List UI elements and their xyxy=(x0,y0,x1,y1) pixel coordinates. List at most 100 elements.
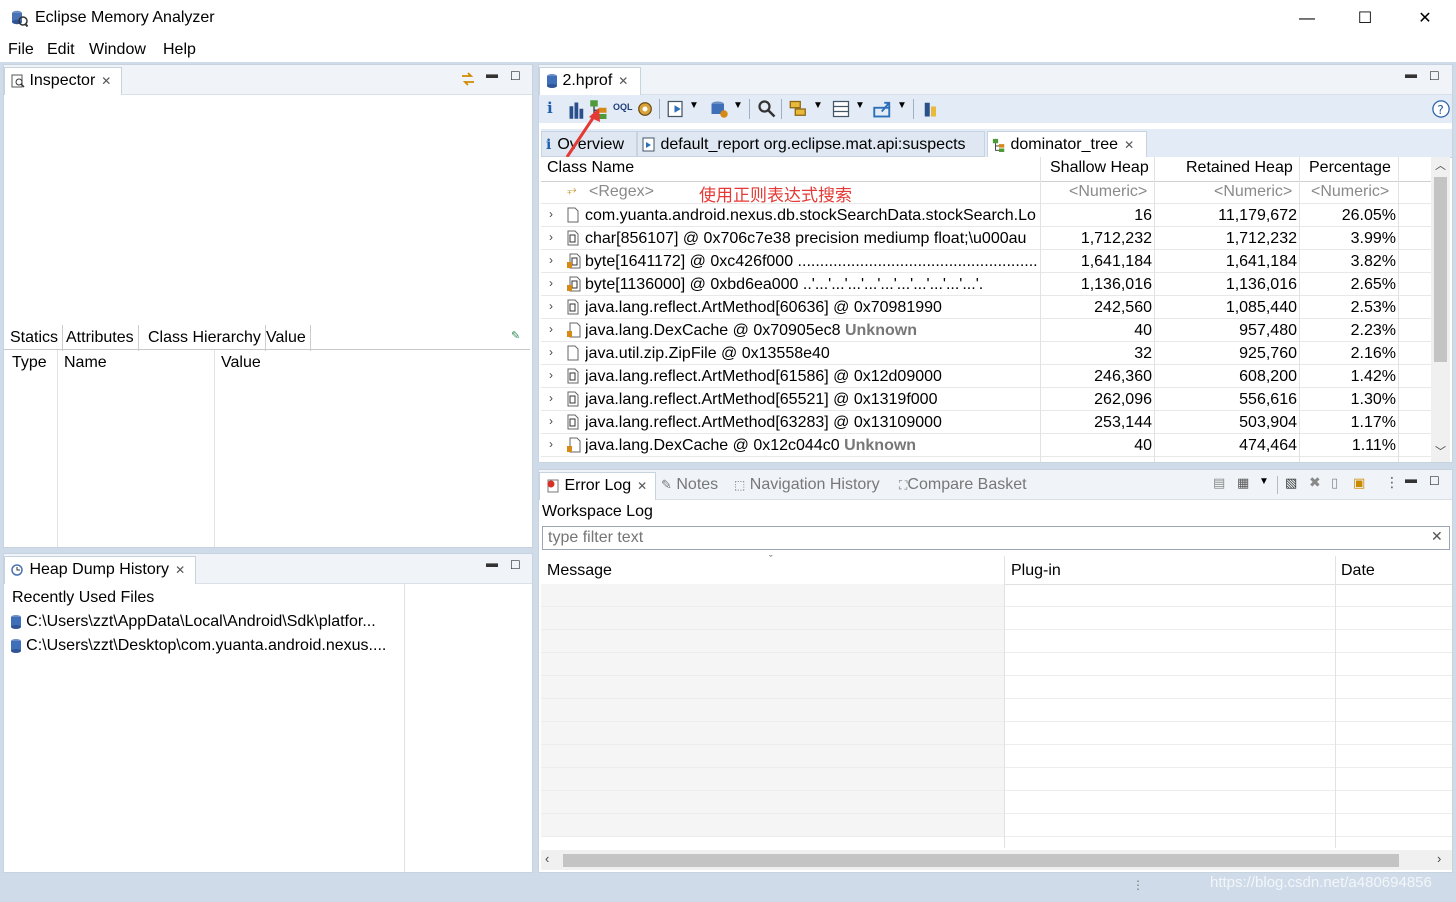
maximize-icon[interactable]: ☐ xyxy=(1429,474,1440,488)
tab-notes[interactable]: ✎ Notes xyxy=(661,476,718,494)
maximize-icon[interactable]: ☐ xyxy=(1429,69,1440,83)
numeric-filter-retained[interactable]: <Numeric> xyxy=(1214,183,1292,201)
expand-icon[interactable]: › xyxy=(549,345,553,359)
export-icon[interactable] xyxy=(873,99,893,119)
chevron-down-icon[interactable]: ▼ xyxy=(1259,476,1269,487)
chevron-down-icon[interactable]: ▼ xyxy=(689,100,699,111)
close-button[interactable]: ✕ xyxy=(1402,0,1448,38)
table-row[interactable]: › com.yuanta.android.nexus.db.stockSearch… xyxy=(541,204,1431,227)
table-row[interactable]: › java.lang.DexCache @ 0x70905ec8 Unknown… xyxy=(541,319,1431,342)
tab-heap-dump-history[interactable]: Heap Dump History ✕ xyxy=(4,556,196,584)
column-header-message[interactable]: Message xyxy=(547,562,612,580)
pin-icon[interactable]: ✎ xyxy=(511,329,520,342)
column-header-percentage[interactable]: Percentage xyxy=(1309,159,1391,177)
import-log-icon[interactable]: ▦ xyxy=(1237,475,1249,491)
table-row[interactable]: › byte[1136000] @ 0xbd6ea000 ..'...'...'.… xyxy=(541,273,1431,296)
column-header-name[interactable]: Name xyxy=(64,354,107,372)
table-row[interactable]: › java.lang.reflect.ArtMethod[61586] @ 0x… xyxy=(541,365,1431,388)
column-header-value[interactable]: Value xyxy=(221,354,261,372)
table-row[interactable]: › java.lang.reflect.ArtMethod[65521] @ 0x… xyxy=(541,388,1431,411)
maximize-icon[interactable]: ☐ xyxy=(510,558,521,572)
table-row[interactable]: › java.lang.reflect.ArtMethod[63283] @ 0x… xyxy=(541,411,1431,434)
minimize-button[interactable]: — xyxy=(1284,0,1330,38)
scrollbar-thumb[interactable] xyxy=(1434,177,1447,362)
menu-edit[interactable]: Edit xyxy=(47,41,75,59)
table-row[interactable]: › byte[1641172] @ 0xc426f000 ............… xyxy=(541,250,1431,273)
scroll-left-icon[interactable]: ‹ xyxy=(545,851,549,866)
column-header-retained-heap[interactable]: Retained Heap xyxy=(1186,159,1293,177)
export-log-icon[interactable]: ▤ xyxy=(1213,475,1225,491)
column-header-type[interactable]: Type xyxy=(12,354,47,372)
column-header-date[interactable]: Date xyxy=(1341,562,1375,580)
delete-log-icon[interactable]: ✖ xyxy=(1309,474,1321,491)
maximize-icon[interactable]: ☐ xyxy=(510,69,521,83)
close-icon[interactable]: ✕ xyxy=(175,563,185,577)
close-icon[interactable]: ✕ xyxy=(101,74,111,88)
filter-input[interactable] xyxy=(545,528,1421,548)
scrollbar-thumb[interactable] xyxy=(563,854,1399,867)
expand-icon[interactable]: › xyxy=(549,391,553,405)
view-menu-icon[interactable]: ⋮ xyxy=(1385,474,1399,491)
expand-icon[interactable]: › xyxy=(549,322,553,336)
search-icon[interactable] xyxy=(757,99,777,119)
numeric-filter-percentage[interactable]: <Numeric> xyxy=(1311,183,1389,201)
expand-icon[interactable]: › xyxy=(549,276,553,290)
minimize-icon[interactable]: ▬ xyxy=(486,67,498,81)
expand-icon[interactable]: › xyxy=(549,299,553,313)
minimize-icon[interactable]: ▬ xyxy=(1405,472,1417,486)
numeric-filter-shallow[interactable]: <Numeric> xyxy=(1069,183,1147,201)
chevron-down-icon[interactable]: ▼ xyxy=(897,100,907,111)
list-item[interactable]: C:\Users\zzt\Desktop\com.yuanta.android.… xyxy=(10,637,402,659)
scroll-right-icon[interactable]: › xyxy=(1437,851,1441,866)
table-row[interactable]: › java.lang.DexCache @ 0x12c044c0 Unknown… xyxy=(541,434,1431,457)
expand-icon[interactable]: › xyxy=(549,230,553,244)
chevron-down-icon[interactable]: ▼ xyxy=(733,100,743,111)
group-by-icon[interactable] xyxy=(789,99,809,119)
column-header-plugin[interactable]: Plug-in xyxy=(1011,562,1061,580)
maximize-button[interactable]: ☐ xyxy=(1342,0,1388,38)
table-row[interactable]: › char[856107] @ 0x706c7e38 precision med… xyxy=(541,227,1431,250)
close-icon[interactable]: ✕ xyxy=(637,479,647,493)
table-row[interactable]: › java.lang.reflect.ArtMethod[60636] @ 0x… xyxy=(541,296,1431,319)
menu-file[interactable]: File xyxy=(8,41,34,59)
chevron-down-icon[interactable]: ▼ xyxy=(813,100,823,111)
subtab-class-hierarchy[interactable]: Class Hierarchy xyxy=(144,325,266,351)
clear-filter-icon[interactable]: ✕ xyxy=(1431,528,1443,545)
link-icon[interactable] xyxy=(460,71,476,87)
menu-help[interactable]: Help xyxy=(163,41,196,59)
horizontal-scrollbar[interactable]: ‹ › xyxy=(541,850,1452,870)
regex-filter[interactable]: <Regex> xyxy=(589,183,654,201)
subtab-dominator-tree[interactable]: dominator_tree ✕ xyxy=(987,131,1147,157)
tab-compare-basket[interactable]: ⛶Compare Basket xyxy=(899,476,1027,494)
table-row[interactable]: › java.util.zip.ZipFile @ 0x13558e40 32 925… xyxy=(541,342,1431,365)
menu-window[interactable]: Window xyxy=(89,41,146,59)
tab-error-log[interactable]: Error Log ✕ xyxy=(539,472,656,500)
subtab-statics[interactable]: Statics xyxy=(6,325,64,351)
column-header-class-name[interactable]: Class Name xyxy=(547,159,634,177)
open-log-icon[interactable]: ▯ xyxy=(1331,475,1338,491)
close-icon[interactable]: ✕ xyxy=(1124,138,1134,152)
gear-icon[interactable] xyxy=(635,99,655,119)
close-icon[interactable]: ✕ xyxy=(618,74,628,88)
tab-hprof[interactable]: 2.hprof ✕ xyxy=(539,67,641,95)
expand-icon[interactable]: › xyxy=(549,437,553,451)
query-browser-icon[interactable] xyxy=(709,99,729,119)
clear-log-icon[interactable]: ▧ xyxy=(1285,475,1297,491)
list-item[interactable]: C:\Users\zzt\AppData\Local\Android\Sdk\p… xyxy=(10,613,402,635)
minimize-icon[interactable]: ▬ xyxy=(1405,67,1417,81)
restore-log-icon[interactable]: ▣ xyxy=(1353,475,1365,491)
tab-inspector[interactable]: Inspector ✕ xyxy=(4,67,122,95)
minimize-icon[interactable]: ▬ xyxy=(486,556,498,570)
subtab-value[interactable]: Value xyxy=(262,325,311,351)
expand-icon[interactable]: › xyxy=(549,368,553,382)
oql-icon[interactable]: OQL xyxy=(613,102,633,112)
calculate-retained-icon[interactable] xyxy=(921,99,941,119)
scroll-up-icon[interactable]: ︿ xyxy=(1435,157,1446,173)
run-report-icon[interactable] xyxy=(667,99,687,119)
column-header-shallow-heap[interactable]: Shallow Heap xyxy=(1050,159,1149,177)
filter-input-box[interactable]: ✕ xyxy=(542,526,1450,550)
tab-navigation-history[interactable]: ⬚ Navigation History xyxy=(734,476,880,494)
columns-icon[interactable] xyxy=(831,99,851,119)
subtab-default-report[interactable]: default_report org.eclipse.mat.api:suspe… xyxy=(637,131,985,157)
help-icon[interactable]: ? xyxy=(1431,99,1451,119)
